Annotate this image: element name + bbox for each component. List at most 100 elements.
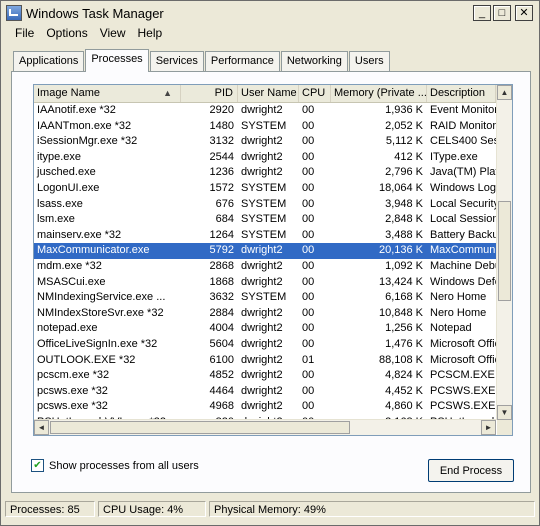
table-row[interactable]: lsm.exe 684 SYSTEM 00 2,848 K Local Session M… [34,212,496,228]
scroll-down-icon[interactable]: ▼ [497,405,512,420]
cell-image-name: pcscm.exe *32 [37,369,110,382]
cell-cpu: 00 [302,104,315,116]
cell-description: Microsoft Office Outlo [430,353,496,366]
cell-cpu: 00 [302,291,315,304]
task-manager-icon [6,5,22,21]
horizontal-scroll-thumb[interactable] [50,421,350,434]
column-header-pid[interactable]: PID [181,85,238,102]
scroll-corner [497,420,512,435]
cell-image-name: OfficeLiveSignIn.exe *32 [37,337,158,350]
column-header-user-name[interactable]: User Name [238,85,299,102]
table-row[interactable]: MSASCui.exe 1868 dwright2 00 13,424 K Windows… [34,275,496,291]
table-row[interactable]: IAANTmon.exe *32 1480 SYSTEM 00 2,052 K RAID … [34,119,496,135]
cell-image-name: pcsws.exe *32 [37,400,108,413]
cell-description: MaxCommunicator [430,244,496,257]
cell-user-name: dwright2 [241,369,283,382]
table-row[interactable]: pcscm.exe *32 4852 dwright2 00 4,824 K PCSCM.… [34,368,496,384]
table-row[interactable]: lsass.exe 676 SYSTEM 00 3,948 K Local Securit… [34,197,496,213]
cell-pid: 5604 [209,337,234,350]
cell-image-name: MaxCommunicator.exe [37,244,150,257]
cell-description: Machine Debug Manag [430,259,496,272]
cell-user-name: dwright2 [241,337,283,350]
minimize-button[interactable]: _ [473,5,491,21]
cell-memory: 88,108 K [378,353,423,366]
scroll-up-icon[interactable]: ▲ [497,85,512,100]
task-manager-window: Windows Task Manager _ □ ✕ File Options … [0,0,540,526]
show-all-processes-checkbox[interactable]: ✔ [31,459,44,472]
tab-strip: Applications Processes Services Performa… [13,49,391,72]
scroll-right-icon[interactable]: ► [481,420,496,435]
table-row[interactable]: iSessionMgr.exe *32 3132 dwright2 00 5,112 K… [34,134,496,150]
cell-pid: 2544 [209,150,234,163]
horizontal-scrollbar[interactable]: ◄ ► [34,419,496,435]
menu-view[interactable]: View [94,25,132,43]
cell-pid: 1572 [209,181,234,194]
title-bar[interactable]: Windows Task Manager _ □ ✕ [2,2,538,24]
cell-description: Microsoft Office Live . [430,337,496,350]
cell-cpu: 00 [302,384,315,397]
table-row[interactable]: MaxCommunicator.exe 5792 dwright2 00 20,136 … [34,243,496,259]
table-row[interactable]: jusched.exe 1236 dwright2 00 2,796 K Java(TM)… [34,165,496,181]
table-row[interactable]: LogonUI.exe 1572 SYSTEM 00 18,064 K Windows L… [34,181,496,197]
table-row[interactable]: NMIndexingService.exe ... 3632 SYSTEM 00 6,1… [34,290,496,306]
vertical-scrollbar[interactable]: ▲ ▼ [496,85,512,420]
window-title: Windows Task Manager [26,5,164,21]
cell-pid: 6100 [209,353,234,366]
table-row[interactable]: IAAnotif.exe *32 2920 dwright2 00 1,936 K Eve… [34,103,496,119]
tab-processes[interactable]: Processes [85,49,149,72]
cell-image-name: lsass.exe [37,197,83,210]
cell-image-name: itype.exe [37,150,82,163]
cell-user-name: dwright2 [241,135,283,148]
cell-user-name: dwright2 [241,259,283,272]
cell-user-name: SYSTEM [241,119,287,132]
cell-pid: 1868 [209,275,234,288]
cell-pid: 5792 [209,244,234,257]
cell-cpu: 00 [302,119,315,132]
column-headers: Image Name ▲ PID User Name CPU Memory (P… [34,85,496,103]
cell-pid: 684 [215,213,234,226]
process-list[interactable]: Image Name ▲ PID User Name CPU Memory (P… [33,84,513,436]
column-header-image-name[interactable]: Image Name ▲ [34,85,181,102]
table-row[interactable]: itype.exe 2544 dwright2 00 412 K IType.exe [34,150,496,166]
table-row[interactable]: mdm.exe *32 2868 dwright2 00 1,092 K Machine … [34,259,496,275]
cell-cpu: 00 [302,213,315,226]
vertical-scroll-thumb[interactable] [498,201,511,301]
column-header-cpu[interactable]: CPU [299,85,331,102]
tab-applications[interactable]: Applications [13,51,85,71]
maximize-button[interactable]: □ [493,5,511,21]
cell-user-name: dwright2 [241,104,283,116]
tab-services[interactable]: Services [149,51,204,71]
cell-memory: 6,168 K [385,291,423,304]
column-header-memory[interactable]: Memory (Private ... [331,85,427,102]
table-row[interactable]: notepad.exe 4004 dwright2 00 1,256 K Notepad [34,321,496,337]
tab-performance[interactable]: Performance [204,51,280,71]
cell-pid: 2884 [209,306,234,319]
scroll-left-icon[interactable]: ◄ [34,420,49,435]
close-button[interactable]: ✕ [515,5,533,21]
table-row[interactable]: OfficeLiveSignIn.exe *32 5604 dwright2 00 1,… [34,337,496,353]
end-process-button[interactable]: End Process [428,459,514,482]
tab-users[interactable]: Users [348,51,390,71]
menu-help[interactable]: Help [132,25,169,43]
cell-image-name: IAAnotif.exe *32 [37,104,116,116]
cell-image-name: IAANTmon.exe *32 [37,119,132,132]
cell-memory: 2,052 K [385,119,423,132]
cell-cpu: 00 [302,244,315,257]
cell-memory: 5,112 K [385,135,423,148]
cell-user-name: dwright2 [241,275,283,288]
cell-memory: 1,476 K [385,337,423,350]
table-row[interactable]: pcsws.exe *32 4968 dwright2 00 4,860 K PCSWS.… [34,399,496,415]
column-header-description[interactable]: Description [427,85,496,102]
tab-networking[interactable]: Networking [280,51,348,71]
cell-memory: 10,848 K [378,306,423,319]
menu-file[interactable]: File [9,25,40,43]
cell-description: Local Session Manage [430,213,496,226]
menu-options[interactable]: Options [40,25,93,43]
table-row[interactable]: pcsws.exe *32 4464 dwright2 00 4,452 K PCSWS.… [34,384,496,400]
table-row[interactable]: OUTLOOK.EXE *32 6100 dwright2 01 88,108 K Mic… [34,353,496,369]
table-row[interactable]: mainserv.exe *32 1264 SYSTEM 00 3,488 K Batte… [34,228,496,244]
show-all-processes-option[interactable]: ✔ Show processes from all users [31,459,199,472]
table-row[interactable]: NMIndexStoreSvr.exe *32 2884 dwright2 00 10,… [34,306,496,322]
cell-description: Windows Logon User [430,181,496,194]
cell-description: IType.exe [430,150,478,163]
